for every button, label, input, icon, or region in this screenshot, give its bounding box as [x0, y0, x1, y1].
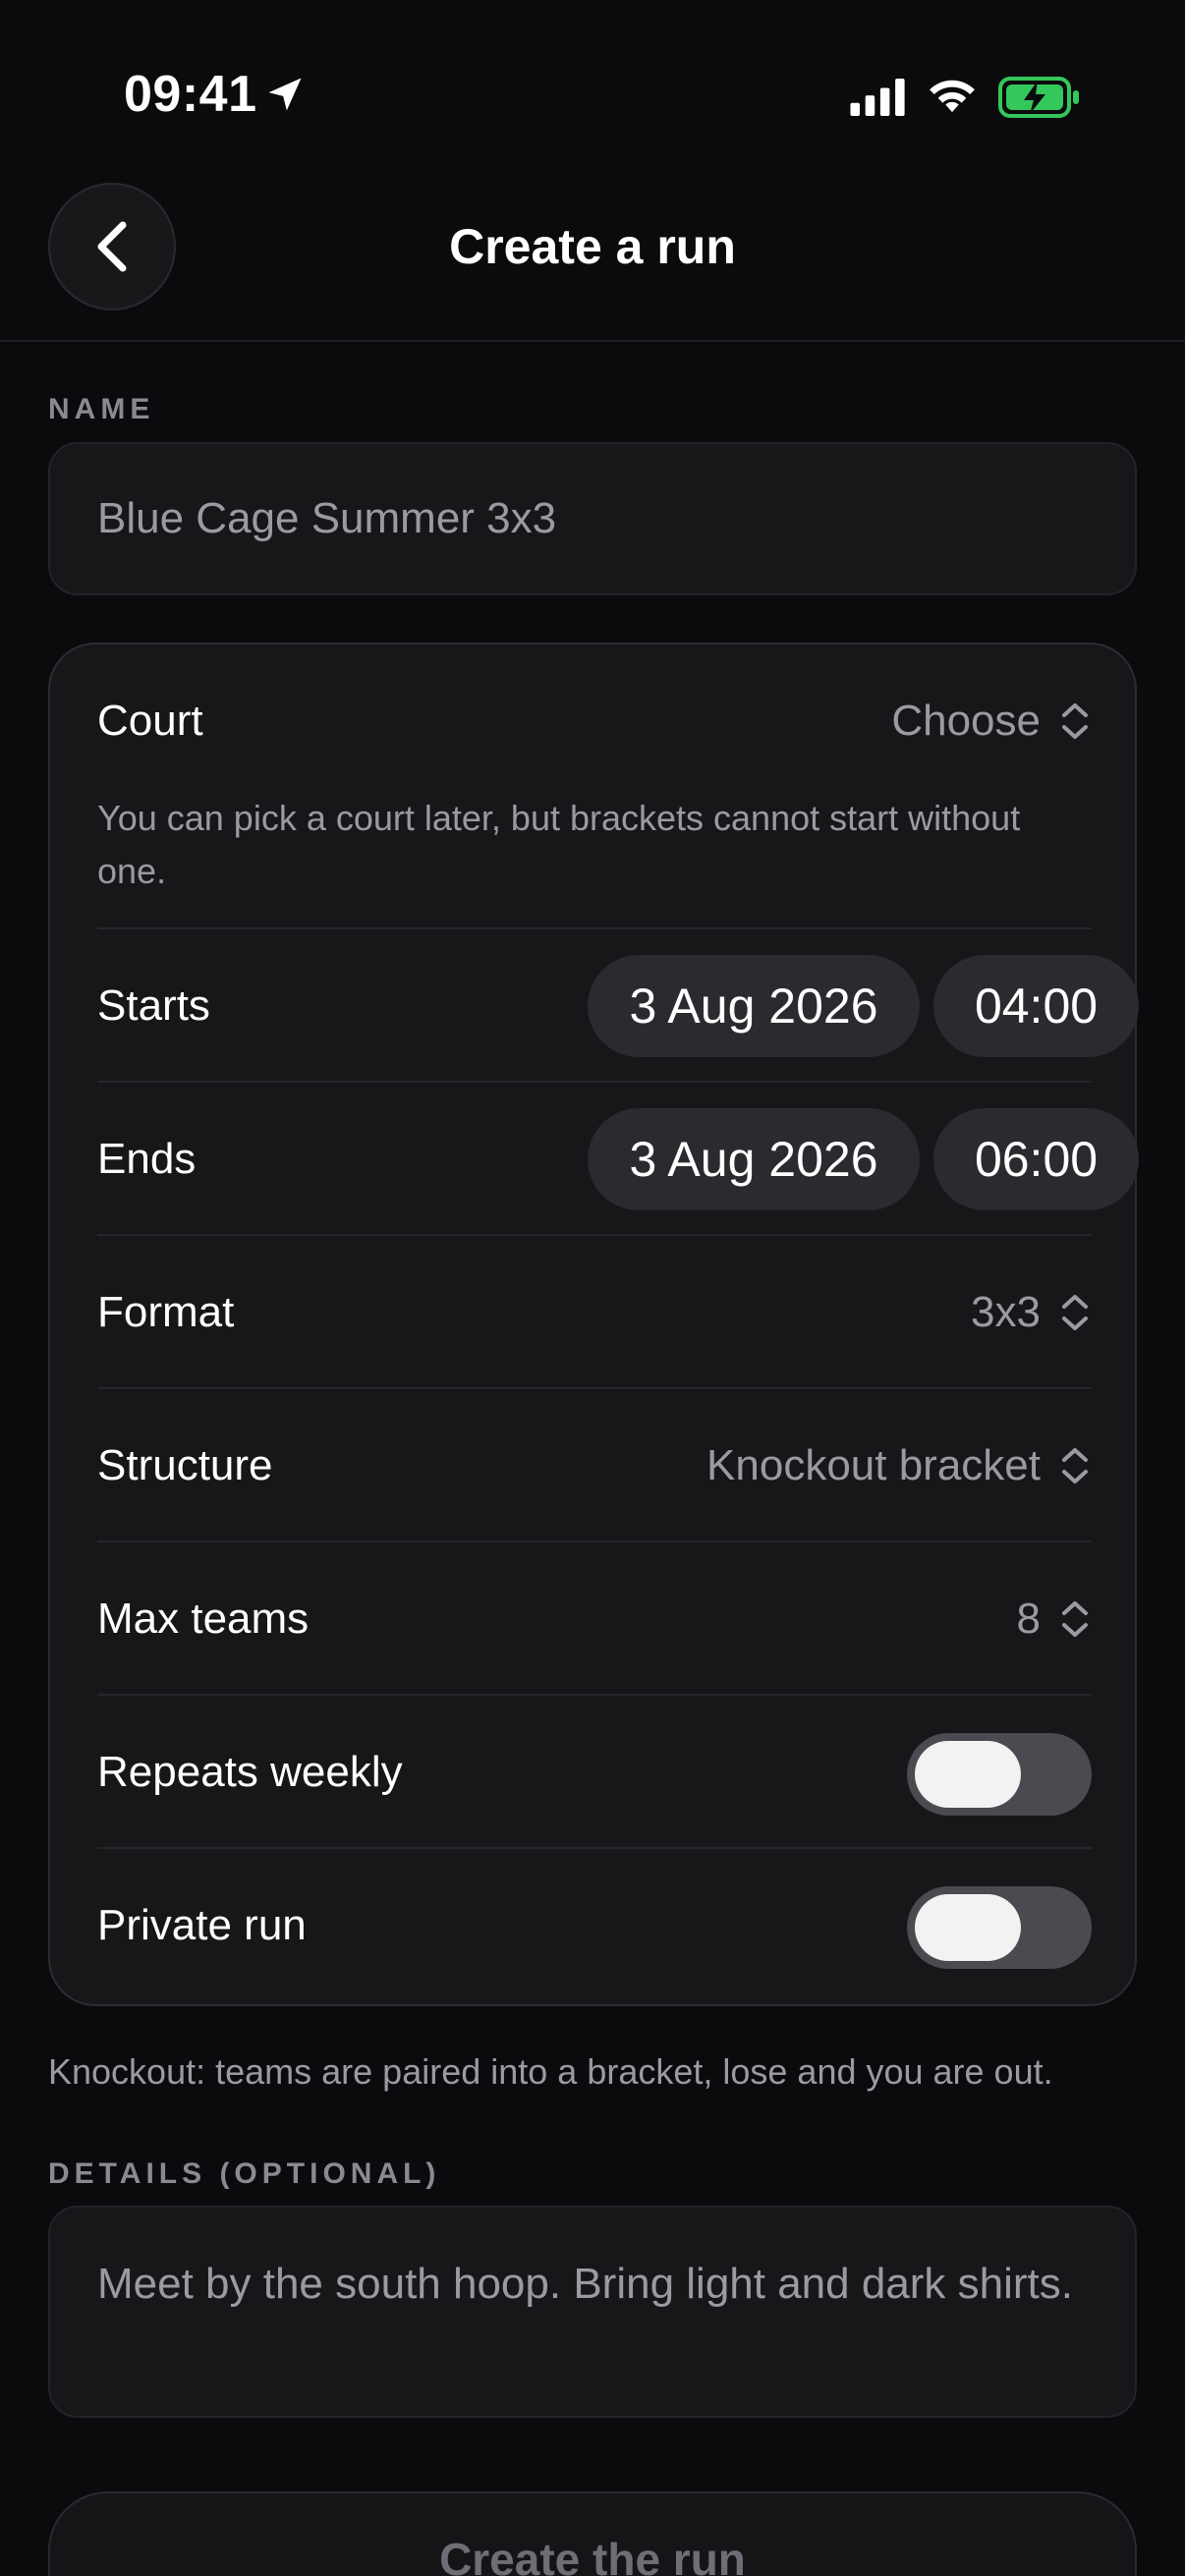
starts-row: Starts 3 Aug 2026 04:00 — [97, 927, 1139, 1081]
structure-row[interactable]: Structure Knockout bracket — [97, 1387, 1092, 1540]
ends-row: Ends 3 Aug 2026 06:00 — [97, 1081, 1139, 1234]
ends-label: Ends — [97, 1135, 197, 1183]
create-run-screen: 09:41 Create a run NAME Blue Cage Summer… — [0, 0, 1185, 2576]
private-run-label: Private run — [97, 1901, 307, 1949]
structure-footnote: Knockout: teams are paired into a bracke… — [48, 2051, 1053, 2092]
max-teams-picker[interactable]: 8 — [1017, 1542, 1092, 1696]
format-row[interactable]: Format 3x3 — [97, 1234, 1092, 1387]
nav-header: Create a run — [0, 183, 1185, 342]
location-arrow-icon — [268, 78, 302, 111]
max-teams-value: 8 — [1016, 1595, 1041, 1643]
repeats-weekly-toggle[interactable] — [907, 1733, 1092, 1816]
structure-picker[interactable]: Knockout bracket — [706, 1389, 1092, 1542]
battery-charging-icon — [998, 77, 1079, 118]
max-teams-label: Max teams — [97, 1595, 310, 1643]
details-label: DETAILS (OPTIONAL) — [48, 2157, 441, 2190]
name-input[interactable] — [48, 442, 1137, 595]
format-picker[interactable]: 3x3 — [971, 1236, 1092, 1389]
court-label: Court — [97, 697, 203, 745]
status-time: 09:41 — [124, 66, 257, 123]
format-label: Format — [97, 1288, 235, 1336]
chevron-up-down-icon — [1062, 1601, 1088, 1637]
repeats-weekly-row: Repeats weekly — [97, 1694, 1092, 1847]
structure-label: Structure — [97, 1441, 273, 1489]
wifi-icon — [930, 80, 975, 113]
max-teams-row[interactable]: Max teams 8 — [97, 1540, 1092, 1694]
create-run-button[interactable]: Create the run — [48, 2492, 1137, 2576]
toggle-knob — [915, 1894, 1021, 1961]
court-row[interactable]: Court Choose You can pick a court later,… — [97, 644, 1092, 929]
starts-label: Starts — [97, 981, 210, 1030]
toggle-knob — [915, 1741, 1021, 1808]
cellular-signal-icon — [850, 79, 905, 116]
page-title: Create a run — [449, 219, 736, 274]
chevron-up-down-icon — [1062, 1295, 1088, 1330]
private-run-toggle[interactable] — [907, 1886, 1092, 1969]
ends-time-pill[interactable]: 06:00 — [933, 1108, 1139, 1210]
chevron-up-down-icon — [1062, 703, 1088, 739]
ends-date-pill[interactable]: 3 Aug 2026 — [588, 1108, 920, 1210]
starts-time-pill[interactable]: 04:00 — [933, 955, 1139, 1057]
starts-date-pill[interactable]: 3 Aug 2026 — [588, 955, 920, 1057]
chevron-up-down-icon — [1062, 1448, 1088, 1484]
court-picker[interactable]: Choose — [891, 644, 1092, 798]
private-run-row: Private run — [97, 1847, 1092, 2000]
status-bar: 09:41 — [0, 0, 1185, 187]
name-label: NAME — [48, 393, 155, 425]
court-hint: You can pick a court later, but brackets… — [97, 798, 1021, 891]
details-input[interactable] — [48, 2206, 1137, 2418]
structure-value: Knockout bracket — [706, 1441, 1041, 1489]
court-value: Choose — [891, 697, 1041, 745]
format-value: 3x3 — [971, 1288, 1041, 1336]
run-settings-card: Court Choose You can pick a court later,… — [48, 643, 1139, 2006]
repeats-weekly-label: Repeats weekly — [97, 1748, 403, 1796]
